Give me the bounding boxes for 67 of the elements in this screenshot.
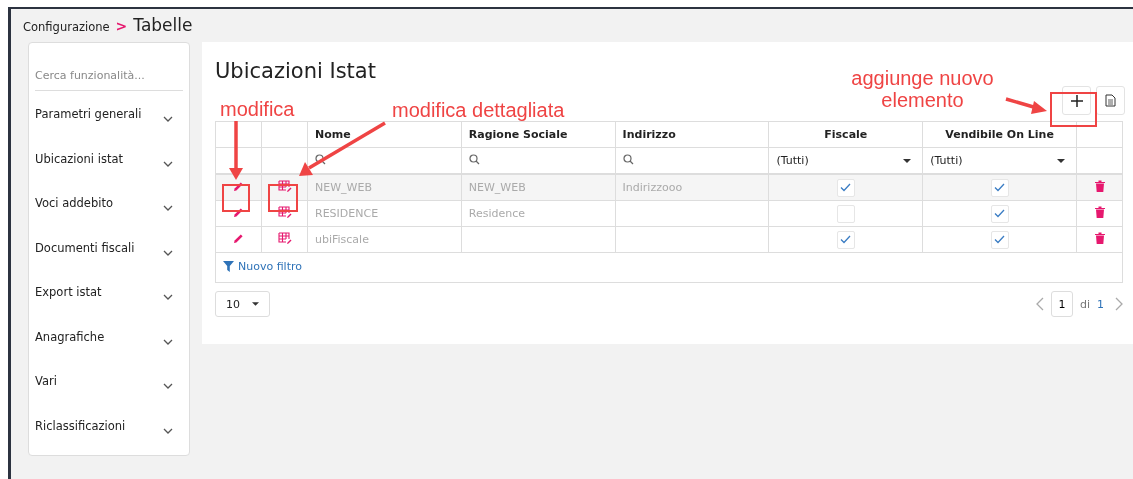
annotation-arrow (229, 121, 243, 180)
table-cell: Indirizzooo (622, 181, 683, 194)
table-cell: NEW_WEB (468, 181, 526, 194)
table-edit-icon[interactable] (277, 179, 292, 193)
search-icon[interactable] (468, 153, 480, 165)
table-edit-icon[interactable] (277, 231, 292, 245)
caret-icon (1057, 158, 1065, 163)
caret-icon (252, 302, 259, 306)
checkbox[interactable] (836, 178, 855, 197)
highlight-frame (1050, 92, 1097, 127)
table-cell: Residence (468, 207, 526, 220)
check-icon (994, 183, 1006, 192)
trash-icon[interactable] (1094, 232, 1105, 244)
page-total: 1 (1097, 297, 1104, 311)
sidebar-item[interactable]: Documenti fiscali (35, 224, 183, 269)
breadcrumb-link[interactable]: Configurazione (23, 20, 110, 34)
table-cell: RESIDENCE (315, 207, 379, 220)
page-size-dropdown[interactable]: 10 (215, 291, 270, 317)
pencil-icon[interactable] (233, 232, 244, 244)
new-filter-link[interactable]: Nuovo filtro (223, 260, 302, 273)
document-icon (1105, 94, 1116, 107)
sidebar-item[interactable]: Anagrafiche (35, 313, 183, 358)
trash-icon[interactable] (1094, 180, 1105, 192)
search-icon[interactable] (315, 153, 326, 165)
breadcrumb-separator: > (115, 18, 128, 34)
previous-page-icon[interactable] (1035, 297, 1044, 311)
column-header[interactable]: Indirizzo (622, 128, 676, 141)
annotation-label: modifica (220, 98, 295, 120)
trash-icon[interactable] (1094, 206, 1105, 218)
check-icon (994, 235, 1006, 244)
next-page-icon[interactable] (1115, 297, 1123, 311)
check-icon (994, 209, 1006, 218)
checkbox[interactable] (990, 230, 1009, 249)
sidebar-item[interactable]: Export istat (35, 269, 183, 314)
annotation-arrow (1005, 97, 1047, 114)
pencil-icon[interactable] (233, 180, 244, 192)
checkbox[interactable] (990, 204, 1009, 223)
sidebar-item[interactable]: Ubicazioni istat (35, 135, 183, 180)
add-button[interactable] (1062, 86, 1091, 115)
checkbox[interactable] (990, 178, 1009, 197)
table-cell: NEW_WEB (315, 181, 372, 194)
page-title: Tabelle (133, 15, 193, 35)
page-of-label: di (1079, 297, 1090, 311)
checkbox[interactable] (836, 230, 855, 249)
sidebar-item[interactable]: Vari (35, 358, 183, 403)
sidebar-item[interactable]: Riclassificazioni (35, 402, 183, 447)
column-header[interactable]: Nome (315, 128, 351, 141)
section-title: Ubicazioni Istat (215, 58, 376, 85)
search-icon[interactable] (622, 153, 634, 165)
page-field[interactable]: 1 (1050, 291, 1073, 317)
table-cell: ubiFiscale (315, 233, 369, 246)
check-icon (840, 183, 852, 192)
pencil-icon[interactable] (233, 206, 244, 218)
export-button[interactable] (1096, 86, 1125, 115)
sidebar-item[interactable]: Parametri generali (35, 91, 183, 136)
annotation-label: modifica dettagliata (392, 99, 565, 121)
column-header[interactable]: Fiscale (824, 128, 868, 141)
caret-icon (903, 158, 912, 163)
highlight-frame (268, 184, 298, 212)
sidebar-item[interactable]: Voci addebito (35, 180, 183, 225)
plus-icon (1070, 94, 1083, 107)
table-edit-icon[interactable] (277, 205, 292, 219)
highlight-frame (222, 184, 250, 212)
filter-icon (223, 261, 234, 272)
annotation-label: aggiunge nuovo elemento (850, 67, 995, 111)
check-icon (840, 235, 852, 244)
checkbox[interactable] (836, 204, 855, 223)
